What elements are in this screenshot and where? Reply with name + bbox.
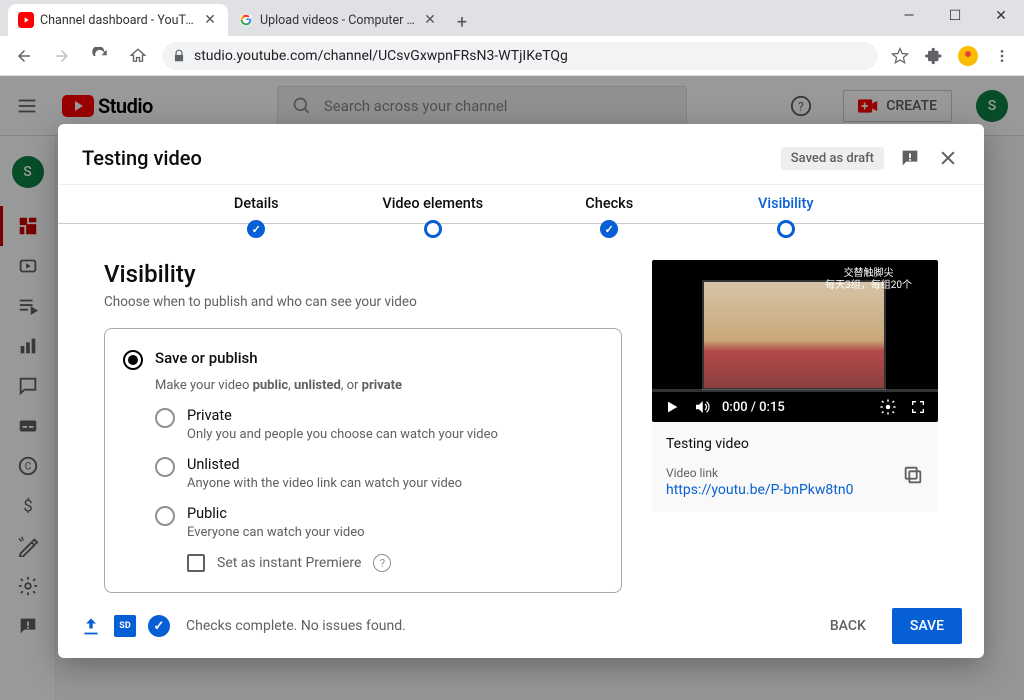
stepper: Details ✓ Video elements Checks ✓ Visibi… <box>58 184 984 244</box>
star-icon[interactable] <box>888 44 912 68</box>
close-icon[interactable]: ✕ <box>422 12 438 28</box>
home-icon[interactable] <box>124 42 152 70</box>
back-button[interactable]: BACK <box>816 610 880 642</box>
dialog-footer: SD ✓ Checks complete. No issues found. B… <box>58 596 984 658</box>
tab-title: Channel dashboard - YouTube St <box>40 13 196 28</box>
window-controls: — ☐ ✕ <box>886 0 1024 32</box>
checks-pass-icon[interactable]: ✓ <box>148 615 170 637</box>
fullscreen-icon[interactable] <box>908 397 928 417</box>
upload-dialog: Testing video Saved as draft Details ✓ V… <box>58 124 984 658</box>
google-favicon <box>238 12 254 28</box>
video-time: 0:00 / 0:15 <box>722 400 785 415</box>
minimize-icon[interactable]: — <box>886 0 932 32</box>
preview-video-title: Testing video <box>666 436 924 452</box>
url-bar: studio.youtube.com/channel/UCsvGxwpnFRsN… <box>0 36 1024 76</box>
radio-icon <box>123 350 143 370</box>
browser-chrome: Channel dashboard - YouTube St ✕ Upload … <box>0 0 1024 76</box>
close-icon[interactable]: ✕ <box>202 12 218 28</box>
feedback-icon[interactable] <box>898 146 922 170</box>
browser-tab[interactable]: Upload videos - Computer - Yo ✕ <box>228 4 448 36</box>
video-thumbnail <box>702 280 886 390</box>
step-ring-icon <box>777 220 795 238</box>
lock-icon <box>172 49 186 63</box>
option-private[interactable]: Private Only you and people you choose c… <box>155 407 603 442</box>
profile-icon[interactable] <box>956 44 980 68</box>
menu-dots-icon[interactable] <box>990 44 1014 68</box>
option-public[interactable]: Public Everyone can watch your video <box>155 505 603 540</box>
section-subtitle: Choose when to publish and who can see y… <box>104 294 622 310</box>
close-dialog-icon[interactable] <box>936 146 960 170</box>
visibility-card: Save or publish Make your video public, … <box>104 328 622 593</box>
new-tab-button[interactable]: + <box>448 8 476 36</box>
preview-panel: 交替触脚尖 每天3组，每组20个 0:00 / 0:15 Testing vid… <box>652 260 938 596</box>
video-link-label: Video link <box>666 466 924 480</box>
dialog-header: Testing video Saved as draft <box>58 124 984 184</box>
checkbox-icon <box>187 554 205 572</box>
url-text: studio.youtube.com/channel/UCsvGxwpnFRsN… <box>194 48 568 64</box>
step-visibility[interactable]: Visibility <box>698 195 875 238</box>
tab-bar: Channel dashboard - YouTube St ✕ Upload … <box>0 0 1024 36</box>
copy-link-icon[interactable] <box>902 464 924 486</box>
back-icon[interactable] <box>10 42 38 70</box>
browser-tab-active[interactable]: Channel dashboard - YouTube St ✕ <box>8 4 228 36</box>
saved-draft-badge: Saved as draft <box>781 147 884 170</box>
help-tooltip-icon[interactable]: ? <box>373 554 391 572</box>
save-publish-desc: Make your video public, unlisted, or pri… <box>155 378 402 393</box>
sd-badge-icon[interactable]: SD <box>114 615 136 637</box>
video-controls: 0:00 / 0:15 <box>652 392 938 422</box>
save-button[interactable]: SAVE <box>892 608 962 644</box>
thumbnail-caption: 交替触脚尖 每天3组，每组20个 <box>825 268 912 292</box>
reload-icon[interactable] <box>86 42 114 70</box>
settings-gear-icon[interactable] <box>878 397 898 417</box>
radio-icon <box>155 506 175 526</box>
step-details[interactable]: Details ✓ <box>168 195 345 238</box>
video-info-panel: Testing video Video link https://youtu.b… <box>652 422 938 512</box>
maximize-icon[interactable]: ☐ <box>932 0 978 32</box>
step-checks[interactable]: Checks ✓ <box>521 195 698 238</box>
video-link[interactable]: https://youtu.be/P-bnPkw8tn0 <box>666 482 924 498</box>
section-heading: Visibility <box>104 260 622 288</box>
checks-status-text: Checks complete. No issues found. <box>186 618 406 634</box>
address-bar[interactable]: studio.youtube.com/channel/UCsvGxwpnFRsN… <box>162 42 878 70</box>
volume-icon[interactable] <box>692 397 712 417</box>
check-icon: ✓ <box>247 220 265 238</box>
option-save-publish[interactable]: Save or publish <box>123 349 603 370</box>
extensions-icon[interactable] <box>922 44 946 68</box>
video-player[interactable]: 交替触脚尖 每天3组，每组20个 0:00 / 0:15 <box>652 260 938 422</box>
radio-icon <box>155 408 175 428</box>
option-unlisted[interactable]: Unlisted Anyone with the video link can … <box>155 456 603 491</box>
check-icon: ✓ <box>600 220 618 238</box>
dialog-title: Testing video <box>82 146 202 170</box>
forward-icon <box>48 42 76 70</box>
youtube-favicon <box>18 12 34 28</box>
premiere-checkbox[interactable]: Set as instant Premiere ? <box>187 554 603 572</box>
step-video-elements[interactable]: Video elements <box>345 195 522 238</box>
close-window-icon[interactable]: ✕ <box>978 0 1024 32</box>
step-ring-icon <box>424 220 442 238</box>
radio-icon <box>155 457 175 477</box>
tab-title: Upload videos - Computer - Yo <box>260 13 416 28</box>
play-icon[interactable] <box>662 397 682 417</box>
upload-status-icon[interactable] <box>80 615 102 637</box>
